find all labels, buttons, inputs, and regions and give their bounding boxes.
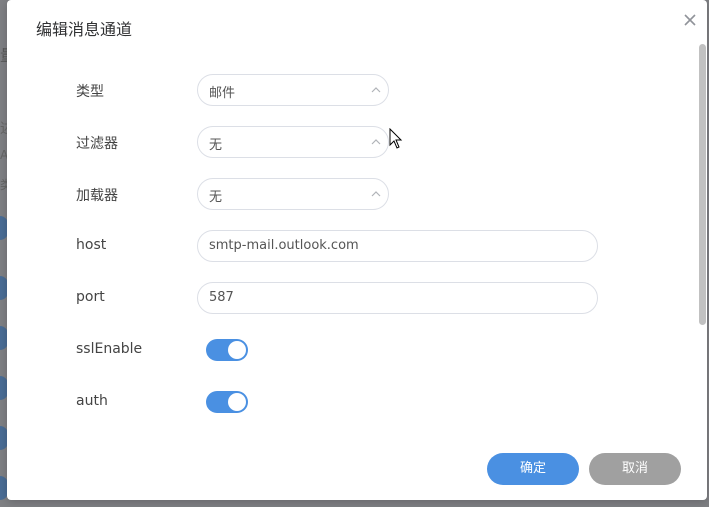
ssl-enable-label: sslEnable [76, 341, 143, 357]
chevron-up-icon [371, 139, 381, 145]
confirm-button[interactable]: 确定 [487, 453, 579, 485]
edit-channel-dialog: 编辑消息通道 类型 邮件 过滤器 无 加载器 无 host smtp-mail.… [7, 0, 707, 500]
filter-row: 过滤器 无 [7, 125, 697, 159]
loader-select-value: 无 [209, 190, 223, 205]
chevron-up-icon [371, 87, 381, 93]
host-row: host smtp-mail.outlook.com [7, 229, 697, 263]
dialog-title: 编辑消息通道 [36, 20, 133, 39]
loader-select[interactable]: 无 [197, 178, 389, 210]
cancel-button[interactable]: 取消 [589, 453, 681, 485]
type-label: 类型 [76, 84, 104, 100]
port-input[interactable]: 587 [197, 282, 598, 314]
auth-label: auth [76, 393, 108, 409]
filter-select-value: 无 [209, 138, 223, 153]
port-row: port 587 [7, 281, 697, 315]
host-label: host [76, 237, 107, 253]
type-select[interactable]: 邮件 [197, 74, 389, 106]
dialog-scrollbar[interactable] [697, 40, 707, 444]
close-icon [684, 14, 696, 26]
toggle-knob [228, 341, 246, 359]
close-button[interactable] [679, 9, 701, 31]
type-row: 类型 邮件 [7, 73, 697, 107]
scrollbar-thumb[interactable] [699, 44, 706, 325]
auth-row: auth [7, 385, 697, 419]
host-input[interactable]: smtp-mail.outlook.com [197, 230, 598, 262]
ssl-enable-toggle[interactable] [206, 339, 248, 361]
auth-toggle[interactable] [206, 391, 248, 413]
loader-row: 加载器 无 [7, 177, 697, 211]
type-select-value: 邮件 [209, 86, 236, 101]
toggle-knob [228, 393, 246, 411]
chevron-up-icon [371, 191, 381, 197]
filter-select[interactable]: 无 [197, 126, 389, 158]
host-input-value: smtp-mail.outlook.com [209, 238, 359, 253]
loader-label: 加载器 [76, 188, 118, 204]
ssl-enable-row: sslEnable [7, 333, 697, 367]
filter-label: 过滤器 [76, 136, 118, 152]
port-input-value: 587 [209, 290, 234, 305]
port-label: port [76, 289, 105, 305]
